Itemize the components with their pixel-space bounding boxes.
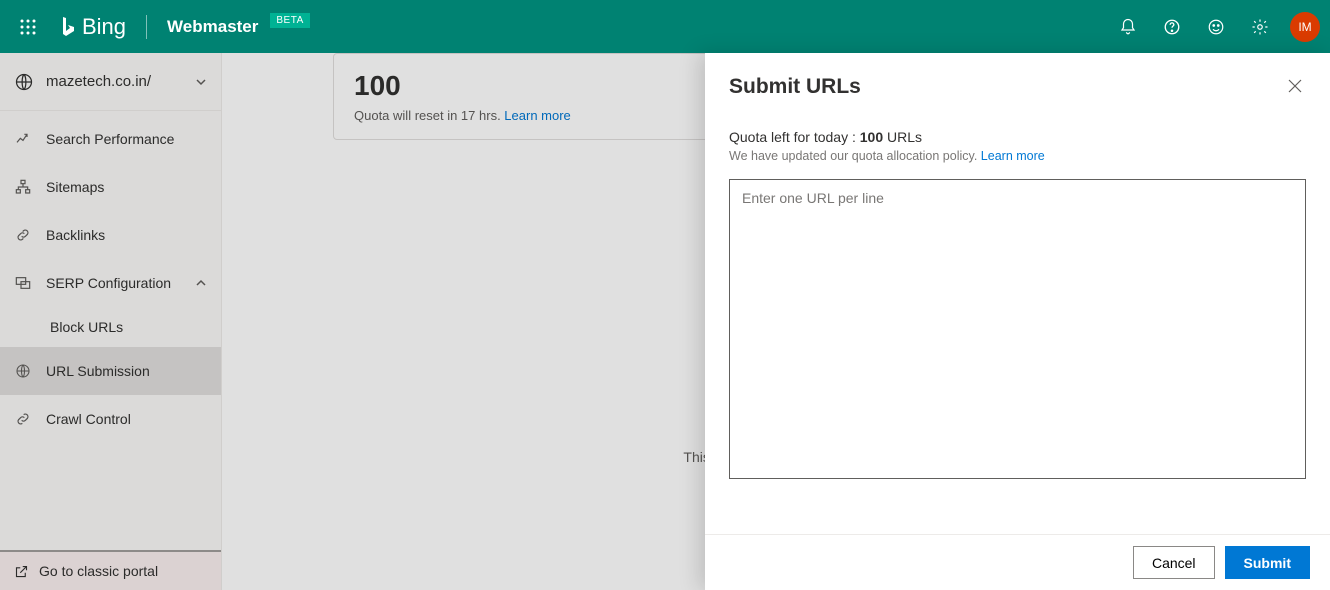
policy-learn-more-link[interactable]: Learn more <box>981 149 1045 163</box>
beta-badge: BETA <box>270 13 309 28</box>
panel-policy-line: We have updated our quota allocation pol… <box>729 149 1306 163</box>
app-launcher-icon[interactable] <box>8 7 48 47</box>
notifications-icon[interactable] <box>1108 7 1148 47</box>
panel-body: Quota left for today : 100 URLs We have … <box>705 105 1330 534</box>
help-icon[interactable] <box>1152 7 1192 47</box>
close-icon[interactable] <box>1284 75 1306 97</box>
url-textarea[interactable] <box>729 179 1306 479</box>
avatar[interactable]: IM <box>1290 12 1320 42</box>
header-right: IM <box>1108 7 1322 47</box>
header-left: Bing Webmaster BETA <box>8 7 310 47</box>
avatar-initials: IM <box>1298 20 1311 34</box>
divider <box>146 15 147 39</box>
feedback-icon[interactable] <box>1196 7 1236 47</box>
submit-urls-panel: Submit URLs Quota left for today : 100 U… <box>705 53 1330 590</box>
panel-quota-line: Quota left for today : 100 URLs <box>729 129 1306 145</box>
product-name: Webmaster <box>167 17 258 37</box>
bing-logo[interactable]: Bing <box>60 14 126 40</box>
brand-name: Bing <box>82 14 126 40</box>
panel-header: Submit URLs <box>705 53 1330 105</box>
cancel-button[interactable]: Cancel <box>1133 546 1215 579</box>
panel-title: Submit URLs <box>729 75 1284 99</box>
submit-button[interactable]: Submit <box>1225 546 1310 579</box>
settings-icon[interactable] <box>1240 7 1280 47</box>
panel-footer: Cancel Submit <box>705 534 1330 590</box>
app-header: Bing Webmaster BETA <box>0 0 1330 53</box>
